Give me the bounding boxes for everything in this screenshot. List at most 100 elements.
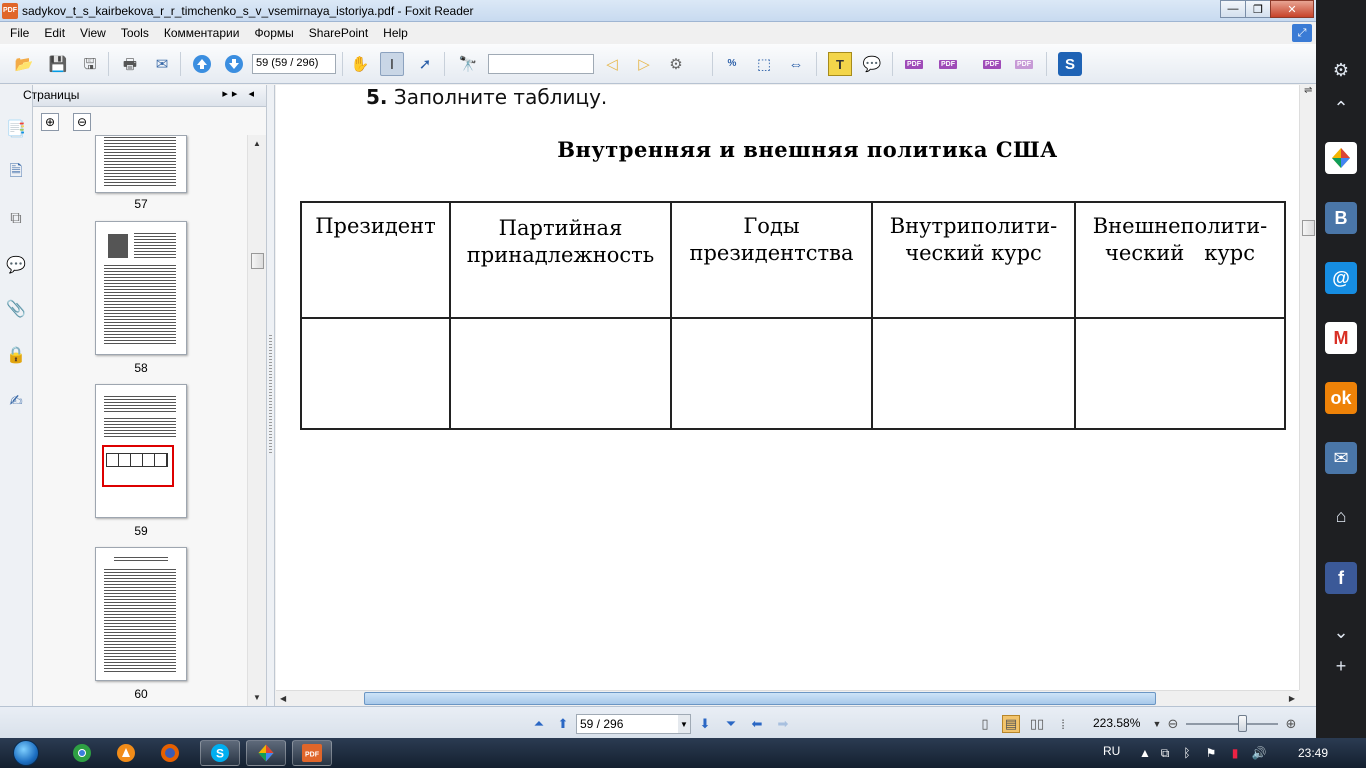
foxit-taskbar-icon[interactable]: PDF xyxy=(292,740,332,766)
split-handle-icon[interactable]: ⇌ xyxy=(1304,85,1312,96)
kaleidoscope-taskbar-icon[interactable] xyxy=(246,740,286,766)
sharepoint-icon[interactable]: S xyxy=(1058,52,1082,76)
document-vertical-scrollbar[interactable]: ⇌ xyxy=(1299,85,1316,690)
status-previous-page-icon[interactable]: ⬆ xyxy=(554,715,572,733)
attachments-icon[interactable]: 📎 xyxy=(4,297,28,321)
thumbnail-page-57[interactable] xyxy=(95,135,187,193)
last-page-icon[interactable]: ⏷ xyxy=(722,715,740,733)
chrome-taskbar-icon[interactable] xyxy=(62,740,102,766)
menu-comments[interactable]: Комментарии xyxy=(164,26,240,40)
menu-file[interactable]: File xyxy=(10,26,29,40)
scroll-down-arrow-icon[interactable]: ▼ xyxy=(253,693,261,702)
search-options-icon[interactable]: ⚙ xyxy=(664,52,688,76)
foxit-app-icon[interactable]: PDF xyxy=(2,2,18,19)
pages-icon[interactable]: 🗎 xyxy=(4,161,28,185)
scroll-up-arrow-icon[interactable]: ▲ xyxy=(253,139,261,148)
open-folder-icon[interactable]: 📂 xyxy=(12,52,36,76)
typewriter-icon[interactable]: T xyxy=(828,52,852,76)
actual-size-icon[interactable]: % xyxy=(720,52,744,76)
close-button[interactable]: ✕ xyxy=(1270,0,1314,18)
mail-at-icon[interactable]: @ xyxy=(1325,262,1357,294)
status-page-input[interactable]: 59 / 296 ▼ xyxy=(576,714,691,734)
print-icon[interactable]: 🖶 xyxy=(118,52,142,76)
find-previous-icon[interactable]: ◁ xyxy=(600,52,624,76)
previous-page-icon[interactable] xyxy=(190,52,214,76)
go-back-icon[interactable]: ⬅ xyxy=(748,715,766,733)
layers-icon[interactable]: ⧉ xyxy=(4,207,28,231)
panel-splitter[interactable] xyxy=(267,85,275,706)
document-hscroll-thumb[interactable] xyxy=(364,692,1156,705)
thumbnail-page-60[interactable] xyxy=(95,547,187,681)
thumbnail-page-58[interactable] xyxy=(95,221,187,355)
menu-edit[interactable]: Edit xyxy=(44,26,65,40)
thumbnails-scrollbar[interactable]: ▲ ▼ xyxy=(247,135,266,706)
vk-icon[interactable]: B xyxy=(1325,202,1357,234)
tray-flag-icon[interactable]: ⚑ xyxy=(1204,746,1218,760)
thumbnail-page-59-selected[interactable] xyxy=(95,384,187,518)
zoom-slider-track[interactable] xyxy=(1186,723,1278,725)
signatures-icon[interactable]: ✍ xyxy=(4,389,28,413)
tray-network-icon[interactable]: ▮ xyxy=(1228,746,1242,760)
minimize-button[interactable]: — xyxy=(1220,0,1246,18)
zoom-level[interactable]: 223.58% xyxy=(1093,716,1140,730)
tray-volume-icon[interactable]: 🔊 xyxy=(1252,746,1267,760)
zoom-in-thumbnail-icon[interactable]: ⊕ xyxy=(41,113,59,131)
avast-taskbar-icon[interactable] xyxy=(106,740,146,766)
continuous-page-icon[interactable]: ▤ xyxy=(1002,715,1020,733)
create-pdf-icon[interactable]: PDF xyxy=(902,52,926,76)
messages-icon[interactable]: ✉ xyxy=(1325,442,1357,474)
first-page-icon[interactable]: ⏶ xyxy=(530,715,548,733)
expand-down-icon[interactable]: ⌄ xyxy=(1329,620,1353,644)
next-page-icon[interactable] xyxy=(222,52,246,76)
find-next-icon[interactable]: ▷ xyxy=(632,52,656,76)
pdf-export-icon[interactable]: PDF xyxy=(980,52,1004,76)
add-plus-icon[interactable]: + xyxy=(1329,654,1353,678)
zoom-out-icon[interactable]: ⊖ xyxy=(1164,715,1182,733)
go-forward-icon[interactable]: ➡ xyxy=(774,715,792,733)
firefox-taskbar-icon[interactable] xyxy=(150,740,190,766)
security-lock-icon[interactable]: 🔒 xyxy=(4,343,28,367)
select-text-icon[interactable]: I xyxy=(380,52,404,76)
find-binoculars-icon[interactable]: 🔭 xyxy=(456,52,480,76)
clock-time[interactable]: 23:49 xyxy=(1298,746,1328,760)
status-next-page-icon[interactable]: ⬇ xyxy=(696,715,714,733)
fit-page-icon[interactable]: ⬚ xyxy=(752,52,776,76)
bookmarks-icon[interactable]: 📑 xyxy=(4,117,28,141)
gmail-icon[interactable]: M xyxy=(1325,322,1357,354)
thumbnails-scroll-thumb[interactable] xyxy=(251,253,264,269)
comments-icon[interactable]: 💬 xyxy=(4,253,28,277)
settings-gear-icon[interactable]: ⚙ xyxy=(1329,58,1353,82)
restore-document-icon[interactable]: ⤢ xyxy=(1292,24,1312,42)
hand-tool-icon[interactable]: ✋ xyxy=(348,52,372,76)
menu-sharepoint[interactable]: SharePoint xyxy=(309,26,368,40)
menu-tools[interactable]: Tools xyxy=(121,26,149,40)
note-comment-icon[interactable]: 💬 xyxy=(860,52,884,76)
language-indicator[interactable]: RU xyxy=(1103,744,1120,758)
email-icon[interactable]: ✉ xyxy=(150,52,174,76)
document-view[interactable]: 5. Заполните таблицу. Внутренняя и внешн… xyxy=(276,85,1299,690)
scroll-right-arrow-icon[interactable]: ▶ xyxy=(1289,694,1295,703)
menu-help[interactable]: Help xyxy=(383,26,408,40)
home-inbox-icon[interactable]: ⌂ xyxy=(1329,504,1353,528)
show-hidden-icons[interactable]: ▲ xyxy=(1138,746,1152,760)
zoom-in-icon[interactable]: ⊕ xyxy=(1282,715,1300,733)
facing-pages-icon[interactable]: ▯▯ xyxy=(1028,715,1046,733)
facebook-icon[interactable]: f xyxy=(1325,562,1357,594)
fit-width-icon[interactable]: ⇔ xyxy=(784,52,808,76)
menu-view[interactable]: View xyxy=(80,26,106,40)
tray-clipboard-icon[interactable]: ⧉ xyxy=(1158,746,1172,760)
pdf-convert-icon[interactable]: PDF xyxy=(936,52,960,76)
panel-collapse-icon[interactable]: ▸▸ ◂ xyxy=(222,87,258,100)
save-icon[interactable]: 💾 xyxy=(46,52,70,76)
zoom-slider-knob[interactable] xyxy=(1238,715,1247,732)
maximize-button[interactable]: ❐ xyxy=(1245,0,1271,18)
page-dropdown-icon[interactable]: ▼ xyxy=(678,715,690,733)
kaleidoscope-app-icon[interactable] xyxy=(1325,142,1357,174)
start-button[interactable] xyxy=(4,738,48,768)
pointer-icon[interactable]: ➚ xyxy=(413,52,437,76)
document-vscroll-thumb[interactable] xyxy=(1302,220,1315,236)
save-all-icon[interactable]: 🖫 xyxy=(78,52,102,76)
skype-taskbar-icon[interactable]: S xyxy=(200,740,240,766)
single-page-icon[interactable]: ▯ xyxy=(976,715,994,733)
odnoklassniki-icon[interactable]: ok xyxy=(1325,382,1357,414)
